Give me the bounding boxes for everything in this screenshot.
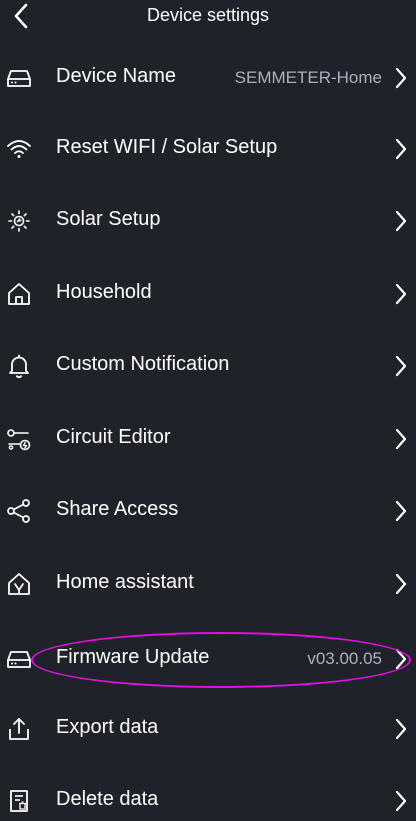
- settings-item-label: Household: [56, 281, 152, 303]
- chevron-right-icon: [394, 790, 408, 812]
- chevron-right-icon: [394, 283, 408, 305]
- settings-item-label: Share Access: [56, 498, 179, 520]
- settings-item-solar-setup[interactable]: Solar Setup: [0, 192, 416, 248]
- home-icon: [6, 281, 32, 307]
- delete-data-icon: [6, 788, 32, 814]
- settings-item-device-name[interactable]: Device Name SEMMETER-Home: [0, 49, 416, 105]
- chevron-right-icon: [394, 355, 408, 377]
- bell-icon: [6, 353, 32, 379]
- settings-item-delete-data[interactable]: Delete data: [0, 772, 416, 821]
- settings-item-label: Circuit Editor: [56, 426, 171, 448]
- firmware-version-value: v03.00.05: [307, 649, 382, 668]
- chevron-right-icon: [394, 210, 408, 232]
- chevron-right-icon: [394, 138, 408, 160]
- settings-item-household[interactable]: Household: [0, 265, 416, 321]
- settings-item-home-assistant[interactable]: Home assistant: [0, 555, 416, 611]
- router-icon: [6, 65, 32, 91]
- export-icon: [6, 716, 32, 742]
- share-icon: [6, 498, 32, 524]
- settings-item-custom-notification[interactable]: Custom Notification: [0, 337, 416, 393]
- settings-item-firmware-update[interactable]: Firmware Update v03.00.05: [0, 630, 416, 686]
- header-bar: Device settings: [0, 0, 416, 34]
- device-name-value: SEMMETER-Home: [234, 68, 382, 87]
- settings-item-label: Solar Setup: [56, 208, 161, 230]
- home-assistant-icon: [6, 571, 32, 597]
- settings-item-label: Reset WIFI / Solar Setup: [56, 136, 278, 158]
- chevron-right-icon: [394, 718, 408, 740]
- settings-item-label: Delete data: [56, 788, 159, 810]
- chevron-right-icon: [394, 648, 408, 670]
- sun-icon: [6, 208, 32, 234]
- wifi-icon: [6, 136, 32, 162]
- chevron-right-icon: [394, 67, 408, 89]
- settings-item-label: Home assistant: [56, 571, 194, 593]
- settings-item-label: Firmware Update: [56, 646, 210, 668]
- settings-item-export-data[interactable]: Export data: [0, 700, 416, 756]
- settings-item-share-access[interactable]: Share Access: [0, 482, 416, 538]
- page-title: Device settings: [146, 5, 270, 25]
- chevron-right-icon: [394, 573, 408, 595]
- settings-item-circuit-editor[interactable]: Circuit Editor: [0, 410, 416, 466]
- router-icon: [6, 646, 32, 672]
- settings-item-label: Export data: [56, 716, 159, 738]
- settings-item-label: Custom Notification: [56, 353, 230, 375]
- circuit-icon: [6, 426, 32, 452]
- settings-item-reset-wifi[interactable]: Reset WIFI / Solar Setup: [0, 120, 416, 176]
- settings-item-label: Device Name: [56, 65, 177, 87]
- chevron-right-icon: [394, 428, 408, 450]
- chevron-right-icon: [394, 500, 408, 522]
